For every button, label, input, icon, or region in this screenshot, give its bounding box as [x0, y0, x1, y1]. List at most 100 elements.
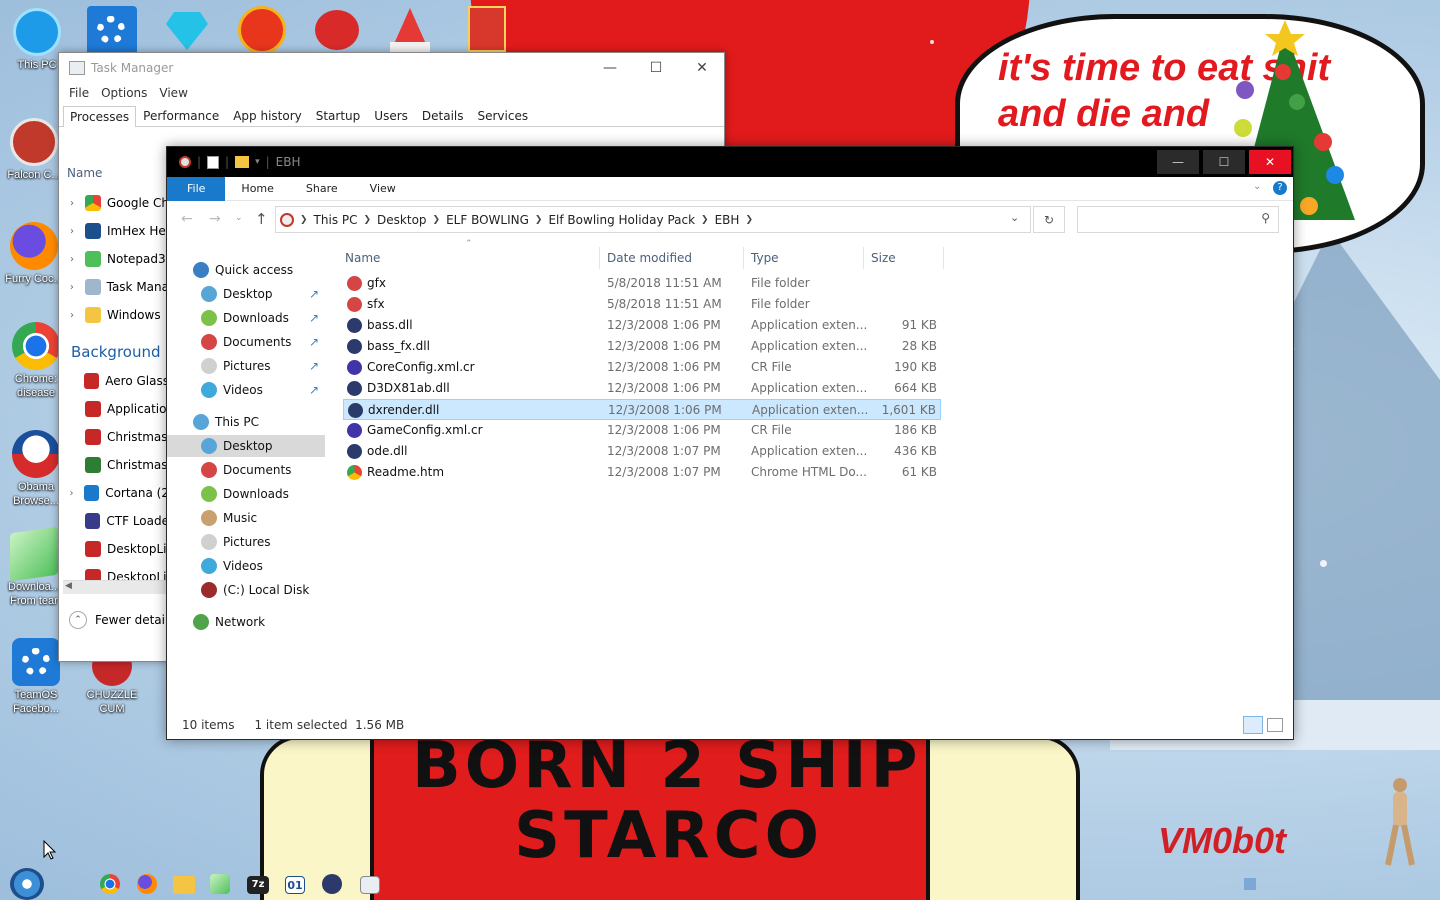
tab-services[interactable]: Services: [471, 105, 536, 126]
nav-item-quick-desktop[interactable]: Desktop ↗: [167, 283, 325, 305]
menu-file[interactable]: File: [63, 86, 95, 100]
file-row[interactable]: D3DX81ab.dll 12/3/2008 1:06 PM Application…: [343, 378, 941, 399]
maximize-button[interactable]: ☐: [633, 53, 679, 83]
pin-icon[interactable]: ↗: [309, 383, 323, 397]
tab-performance[interactable]: Performance: [136, 105, 226, 126]
file-row[interactable]: GameConfig.xml.cr 12/3/2008 1:06 PM CR Fil…: [343, 420, 941, 441]
horizontal-scrollbar[interactable]: ◀: [63, 580, 167, 594]
refresh-button[interactable]: ↻: [1033, 206, 1065, 233]
nav-item-quick-documents[interactable]: Documents ↗: [167, 331, 325, 353]
nav-item-network[interactable]: Network: [167, 611, 325, 633]
explorer-titlebar[interactable]: | | ▾ | EBH — ☐ ✕: [167, 147, 1293, 177]
background-row[interactable]: Aero Glass: [59, 367, 169, 395]
new-folder-icon[interactable]: [235, 156, 250, 168]
ribbon-expand-chevron-icon[interactable]: ⌄: [1253, 181, 1261, 192]
menu-view[interactable]: View: [153, 86, 193, 100]
expand-chevron-icon[interactable]: ›: [59, 488, 84, 499]
pin-icon[interactable]: ↗: [309, 287, 323, 301]
breadcrumb-ebh[interactable]: EBH: [709, 213, 746, 227]
file-row[interactable]: Readme.htm 12/3/2008 1:07 PM Chrome HTML D…: [343, 462, 941, 483]
apps-row[interactable]: › Notepad3: [59, 245, 169, 273]
ribbon-tab-file[interactable]: File: [167, 176, 226, 201]
ribbon-tab-home[interactable]: Home: [225, 177, 289, 201]
firefox-icon[interactable]: [137, 874, 157, 894]
address-bar[interactable]: ❯ This PC ❯ Desktop ❯ ELF BOWLING ❯ Elf …: [275, 206, 1031, 233]
nav-item-pc--c-local-disk[interactable]: (C:) Local Disk: [167, 579, 325, 601]
background-row[interactable]: DesktopLi: [59, 535, 169, 563]
menu-options[interactable]: Options: [95, 86, 153, 100]
p-logo-icon[interactable]: [238, 6, 286, 54]
file-row[interactable]: bass.dll 12/3/2008 1:06 PM Application ext…: [343, 315, 941, 336]
diamond-icon[interactable]: [166, 10, 208, 50]
background-row[interactable]: CTF Loade: [59, 507, 169, 535]
task-manager-icon[interactable]: [360, 876, 380, 894]
background-row[interactable]: Applicatio: [59, 395, 169, 423]
close-button[interactable]: ✕: [679, 53, 725, 83]
bomb-icon[interactable]: [322, 874, 342, 894]
up-arrow-icon[interactable]: ↑: [255, 210, 268, 228]
column-header-date[interactable]: Date modified: [607, 251, 692, 265]
file-row[interactable]: sfx 5/8/2018 11:51 AM File folder: [343, 294, 941, 315]
nav-item-pc-videos[interactable]: Videos: [167, 555, 325, 577]
ribbon-tab-share[interactable]: Share: [290, 177, 354, 201]
imhex-icon[interactable]: 01: [285, 876, 305, 894]
nav-item-quick-videos[interactable]: Videos ↗: [167, 379, 325, 401]
qat-dropdown-icon[interactable]: ▾: [255, 157, 260, 167]
apps-row[interactable]: › ImHex He: [59, 217, 169, 245]
scroll-left-arrow-icon[interactable]: ◀: [65, 581, 72, 591]
expand-chevron-icon[interactable]: ›: [59, 254, 85, 265]
pin-icon[interactable]: ↗: [309, 359, 323, 373]
expand-chevron-icon[interactable]: ›: [59, 198, 85, 209]
details-view-button[interactable]: [1243, 716, 1263, 734]
apps-row[interactable]: › Windows: [59, 301, 169, 329]
breadcrumb-chevron-icon[interactable]: ❯: [433, 215, 441, 225]
maximize-button[interactable]: ☐: [1203, 150, 1245, 174]
nav-item-pc-desktop[interactable]: Desktop: [167, 435, 325, 457]
tab-details[interactable]: Details: [415, 105, 471, 126]
large-icons-view-button[interactable]: [1267, 718, 1283, 732]
tab-startup[interactable]: Startup: [309, 105, 368, 126]
tab-users[interactable]: Users: [367, 105, 415, 126]
nav-item-pc-music[interactable]: Music: [167, 507, 325, 529]
ribbon-tab-view[interactable]: View: [354, 177, 412, 201]
properties-icon[interactable]: [207, 155, 220, 169]
gift-card-icon[interactable]: [468, 6, 506, 52]
column-header-size[interactable]: Size: [871, 251, 896, 265]
chrome-icon[interactable]: [100, 874, 120, 894]
background-row[interactable]: › Cortana (2: [59, 479, 169, 507]
gear-icon[interactable]: [87, 6, 137, 56]
7zip-icon[interactable]: 7z: [247, 876, 269, 894]
file-row[interactable]: CoreConfig.xml.cr 12/3/2008 1:06 PM CR Fil…: [343, 357, 941, 378]
tab-app-history[interactable]: App history: [226, 105, 309, 126]
santa-hat-icon[interactable]: [390, 8, 430, 52]
help-icon[interactable]: ?: [1273, 181, 1287, 195]
breadcrumb-this-pc[interactable]: This PC: [308, 213, 364, 227]
minimize-button[interactable]: —: [1157, 150, 1199, 174]
breadcrumb-elf-bowling[interactable]: ELF BOWLING: [440, 213, 535, 227]
breadcrumb-desktop[interactable]: Desktop: [371, 213, 433, 227]
nav-item-quick-downloads[interactable]: Downloads ↗: [167, 307, 325, 329]
tab-processes[interactable]: Processes: [63, 106, 137, 127]
expand-chevron-icon[interactable]: ›: [59, 282, 85, 293]
breadcrumb-chevron-icon[interactable]: ❯: [535, 215, 543, 225]
breadcrumb-holiday-pack[interactable]: Elf Bowling Holiday Pack: [542, 213, 701, 227]
notepad-icon[interactable]: [210, 874, 230, 894]
close-button[interactable]: ✕: [1249, 150, 1291, 174]
file-row[interactable]: ode.dll 12/3/2008 1:07 PM Application exte…: [343, 441, 941, 462]
apps-row[interactable]: › Task Mana: [59, 273, 169, 301]
back-arrow-icon[interactable]: ←: [181, 211, 193, 227]
breadcrumb-chevron-icon[interactable]: ❯: [300, 215, 308, 225]
address-dropdown-icon[interactable]: ⌄: [1010, 211, 1019, 224]
breadcrumb-chevron-icon[interactable]: ❯: [745, 215, 753, 225]
expand-chevron-icon[interactable]: ›: [59, 226, 85, 237]
angry-birds-icon[interactable]: [315, 10, 359, 50]
file-row[interactable]: bass_fx.dll 12/3/2008 1:06 PM Application …: [343, 336, 941, 357]
column-header-name[interactable]: Name: [67, 166, 102, 180]
file-row[interactable]: gfx 5/8/2018 11:51 AM File folder: [343, 273, 941, 294]
apps-row[interactable]: › Google Ch: [59, 189, 169, 217]
breadcrumb-chevron-icon[interactable]: ❯: [364, 215, 372, 225]
task-manager-titlebar[interactable]: Task Manager — ☐ ✕: [59, 53, 724, 83]
pin-icon[interactable]: ↗: [309, 335, 323, 349]
search-input[interactable]: ⚲: [1077, 206, 1279, 233]
background-row[interactable]: Christmas: [59, 451, 169, 479]
